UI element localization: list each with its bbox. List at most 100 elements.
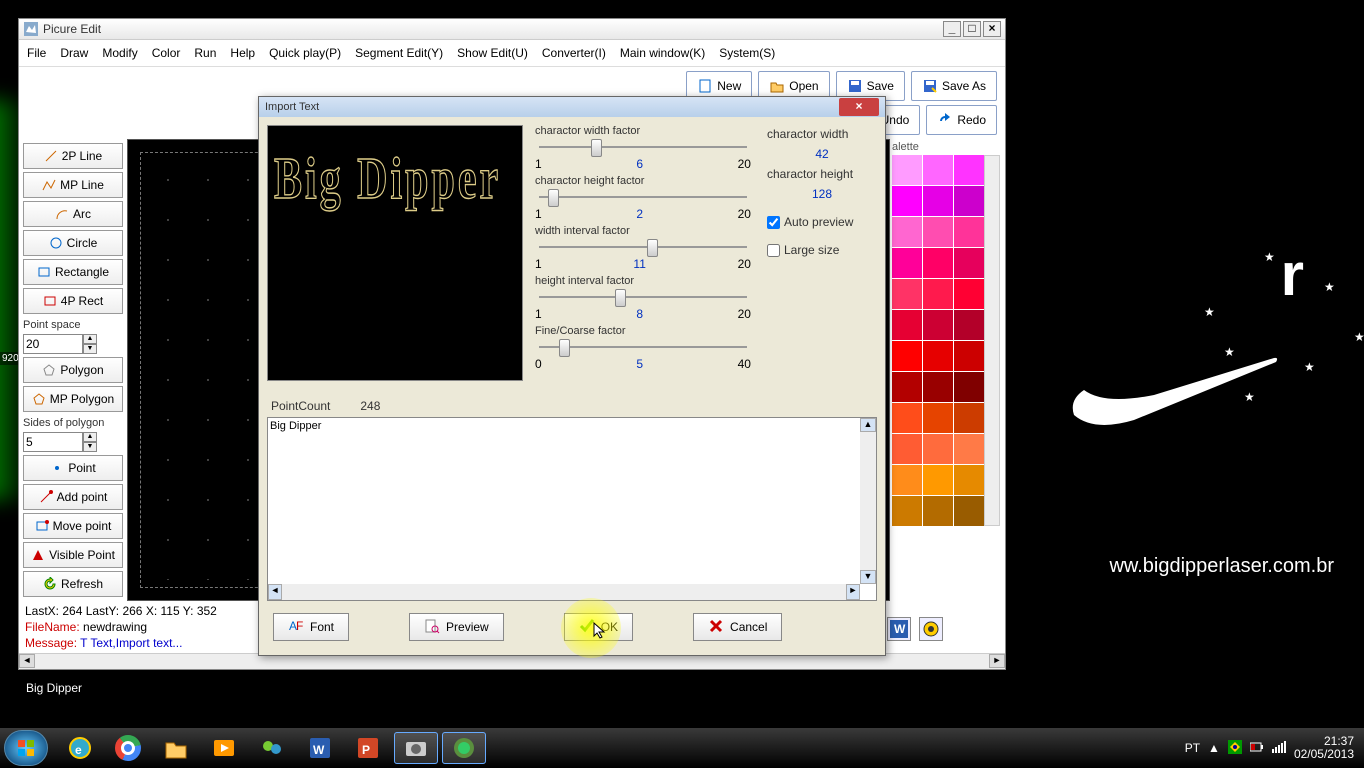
font-button[interactable]: AFFont (273, 613, 349, 641)
flag-icon[interactable] (1228, 740, 1242, 757)
palette-color[interactable] (892, 217, 922, 247)
palette-color[interactable] (892, 341, 922, 371)
palette-color[interactable] (954, 310, 984, 340)
palette-color[interactable] (892, 155, 922, 185)
tool-polygon[interactable]: Polygon (23, 357, 123, 383)
menu-segmentedit[interactable]: Segment Edit(Y) (355, 46, 443, 60)
tool-4p-rect[interactable]: 4P Rect (23, 288, 123, 314)
palette-color[interactable] (923, 496, 953, 526)
pointspace-up[interactable]: ▲ (83, 334, 97, 344)
palette-color[interactable] (954, 186, 984, 216)
messenger-taskbar-icon[interactable] (250, 732, 294, 764)
palette-color[interactable] (954, 465, 984, 495)
palette-color[interactable] (892, 186, 922, 216)
pointspace-input[interactable] (23, 334, 83, 354)
tool-circle[interactable]: Circle (23, 230, 123, 256)
tool-point[interactable]: Point (23, 455, 123, 481)
saveas-button[interactable]: Save As (911, 71, 997, 101)
tool-refresh[interactable]: Refresh (23, 571, 123, 597)
palette-color[interactable] (954, 279, 984, 309)
camera-taskbar-icon[interactable] (394, 732, 438, 764)
palette-color[interactable] (923, 217, 953, 247)
language-indicator[interactable]: PT (1185, 741, 1200, 755)
mediaplayer-taskbar-icon[interactable] (202, 732, 246, 764)
menu-system[interactable]: System(S) (719, 46, 775, 60)
palette-scrollbar[interactable] (984, 155, 1000, 526)
tool-arc[interactable]: Arc (23, 201, 123, 227)
menu-file[interactable]: File (27, 46, 46, 60)
menu-mainwindow[interactable]: Main window(K) (620, 46, 705, 60)
palette-color[interactable] (954, 217, 984, 247)
palette-color[interactable] (923, 310, 953, 340)
ie-taskbar-icon[interactable]: e (58, 732, 102, 764)
cancel-button[interactable]: Cancel (693, 613, 782, 641)
clock[interactable]: 21:37 02/05/2013 (1294, 735, 1354, 761)
menu-quickplay[interactable]: Quick play(P) (269, 46, 341, 60)
scroll-left[interactable]: ◄ (19, 654, 35, 668)
palette-color[interactable] (892, 434, 922, 464)
pointspace-down[interactable]: ▼ (83, 344, 97, 354)
word-taskbar-icon[interactable]: W (298, 732, 342, 764)
sides-down[interactable]: ▼ (83, 442, 97, 452)
textarea-hscroll[interactable]: ◄ ► (268, 584, 860, 600)
app-taskbar-icon[interactable] (442, 732, 486, 764)
auto-preview-checkbox[interactable]: Auto preview (767, 215, 877, 229)
palette-color[interactable] (923, 186, 953, 216)
palette-color[interactable] (923, 465, 953, 495)
pointspace-spinner[interactable]: ▲▼ (23, 334, 123, 354)
minimize-button[interactable]: _ (943, 21, 961, 37)
palette-color[interactable] (954, 341, 984, 371)
fcf-slider[interactable] (535, 337, 751, 357)
hscroll-left[interactable]: ◄ (268, 584, 282, 600)
tool-2p-line[interactable]: 2P Line (23, 143, 123, 169)
menu-color[interactable]: Color (152, 46, 181, 60)
gear-cycle-icon[interactable] (919, 617, 943, 641)
vscroll-up[interactable]: ▲ (860, 418, 876, 432)
palette-color[interactable] (954, 403, 984, 433)
text-input[interactable] (268, 418, 860, 584)
menu-converter[interactable]: Converter(I) (542, 46, 606, 60)
tray-up-icon[interactable]: ▲ (1208, 741, 1220, 755)
palette-color[interactable] (954, 372, 984, 402)
explorer-taskbar-icon[interactable] (154, 732, 198, 764)
chrome-taskbar-icon[interactable] (106, 732, 150, 764)
large-size-checkbox[interactable]: Large size (767, 243, 877, 257)
word-icon[interactable]: W (887, 617, 911, 641)
wifi-icon[interactable] (1272, 741, 1286, 756)
menu-help[interactable]: Help (230, 46, 255, 60)
menu-draw[interactable]: Draw (60, 46, 88, 60)
close-button[interactable]: × (983, 21, 1001, 37)
tool-mp-line[interactable]: MP Line (23, 172, 123, 198)
palette-color[interactable] (923, 372, 953, 402)
tool-mp-polygon[interactable]: MP Polygon (23, 386, 123, 412)
menu-modify[interactable]: Modify (102, 46, 137, 60)
chf-slider[interactable] (535, 187, 751, 207)
sides-spinner[interactable]: ▲▼ (23, 432, 123, 452)
cwf-slider[interactable] (535, 137, 751, 157)
preview-button[interactable]: Preview (409, 613, 504, 641)
scroll-right[interactable]: ► (989, 654, 1005, 668)
menu-run[interactable]: Run (194, 46, 216, 60)
palette-color[interactable] (892, 403, 922, 433)
palette-color[interactable] (923, 341, 953, 371)
start-button[interactable] (4, 730, 48, 766)
tool-move-point[interactable]: Move point (23, 513, 123, 539)
menu-showedit[interactable]: Show Edit(U) (457, 46, 528, 60)
palette-color[interactable] (923, 403, 953, 433)
palette-color[interactable] (954, 155, 984, 185)
palette-color[interactable] (892, 372, 922, 402)
palette-color[interactable] (892, 465, 922, 495)
redo-button[interactable]: Redo (926, 105, 997, 135)
powerpoint-taskbar-icon[interactable]: P (346, 732, 390, 764)
battery-icon[interactable] (1250, 741, 1264, 755)
palette-color[interactable] (923, 279, 953, 309)
maximize-button[interactable]: □ (963, 21, 981, 37)
wif-slider[interactable] (535, 237, 751, 257)
palette-color[interactable] (923, 248, 953, 278)
tool-add-point[interactable]: Add point (23, 484, 123, 510)
palette-color[interactable] (954, 434, 984, 464)
dialog-close-button[interactable]: × (839, 98, 879, 116)
palette-color[interactable] (892, 496, 922, 526)
tool-rectangle[interactable]: Rectangle (23, 259, 123, 285)
palette-color[interactable] (923, 155, 953, 185)
